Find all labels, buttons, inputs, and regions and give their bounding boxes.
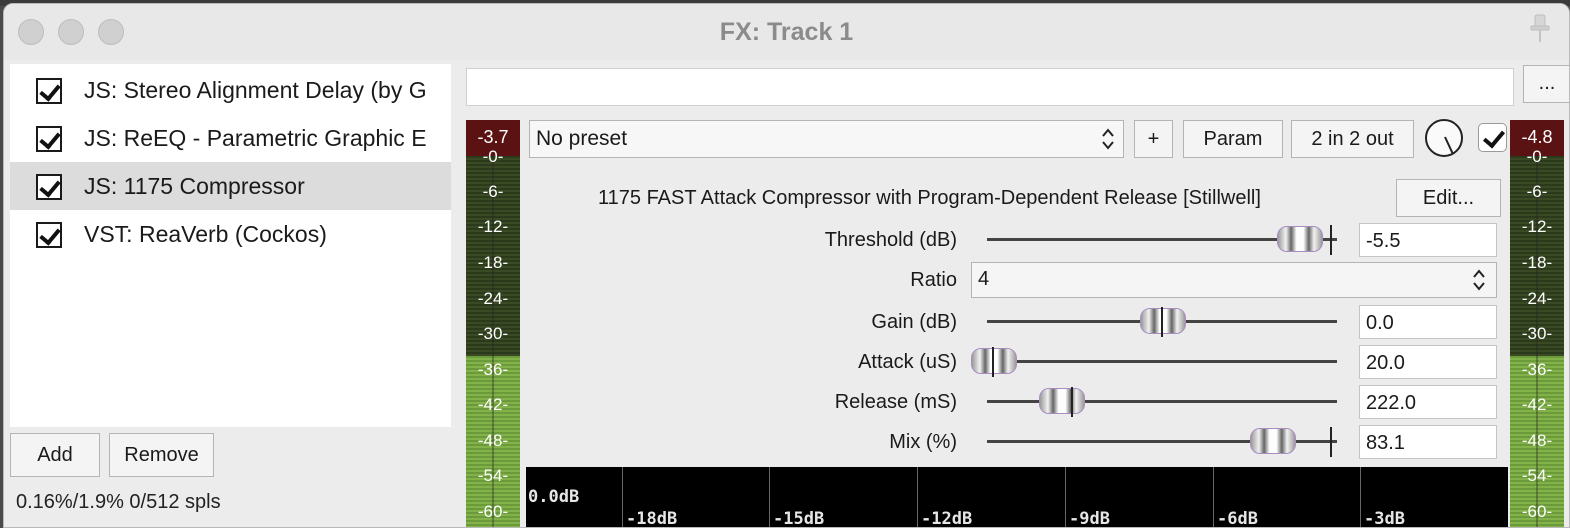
more-options-button[interactable]: ... [1523,65,1569,103]
window-title: FX: Track 1 [719,18,854,46]
gain-default-marker [1161,307,1163,337]
output-peak-value: -4.8 [1521,127,1553,147]
meter-tick: -6- [482,182,504,201]
fx-chain-item-1175-compressor[interactable]: JS: 1175 Compressor [10,162,451,210]
add-preset-button[interactable]: + [1134,120,1173,158]
pin-icon[interactable] [1523,12,1555,44]
meter-tick: -30- [477,324,509,343]
meter-tick: -18- [477,253,509,272]
meter-tick: -0- [1526,147,1548,166]
gr-meter-label: 0.0dB [528,487,580,507]
meter-tick: -12- [1521,217,1553,236]
param-button[interactable]: Param [1183,120,1283,158]
meter-tick: -54- [477,466,509,485]
preset-select[interactable]: No preset [529,120,1124,158]
attack-slider-handle[interactable] [971,348,1017,374]
gain-reduction-meter: 0.0dB -18dB -15dB -12dB -9dB -6dB -3dB [526,467,1508,528]
threshold-value-field[interactable]: -5.5 [1359,223,1497,257]
edit-plugin-button[interactable]: Edit... [1396,179,1501,217]
meter-tick: -12- [477,217,509,236]
fx-chain-item-label: JS: Stereo Alignment Delay (by G [84,77,427,103]
fx-chain-item-label: JS: ReEQ - Parametric Graphic E [84,125,427,151]
plugin-enable-checkbox[interactable] [1478,123,1507,152]
wet-knob[interactable] [1425,119,1463,157]
mix-value-field[interactable]: 83.1 [1359,425,1497,459]
attack-slider[interactable] [987,360,1337,363]
gr-meter-label: -12dB [921,509,973,528]
meter-tick: -36- [1521,360,1553,379]
gr-meter-label: -18dB [626,509,678,528]
meter-tick: -60- [1521,502,1553,521]
remove-fx-button[interactable]: Remove [109,433,214,477]
ratio-select-value: 4 [978,268,990,290]
mix-default-marker [1330,427,1332,457]
threshold-label: Threshold (dB) [824,229,957,251]
meter-tick: -48- [477,431,509,450]
gain-value-field[interactable]: 0.0 [1359,305,1497,339]
meter-tick: -6- [1526,182,1548,201]
meter-tick: -54- [1521,466,1553,485]
preset-select-value: No preset [536,127,628,150]
meter-tick: -42- [477,395,509,414]
fx-chain-item-label: JS: 1175 Compressor [84,173,305,199]
release-slider-handle[interactable] [1039,388,1085,414]
gr-meter-label: -15dB [773,509,825,528]
gain-slider-handle[interactable] [1140,308,1186,334]
mix-label: Mix (%) [889,431,957,453]
release-value-field[interactable]: 222.0 [1359,385,1497,419]
meter-tick: -36- [477,360,509,379]
release-default-marker [1071,387,1073,417]
attack-label: Attack (uS) [858,351,957,373]
fx-enable-checkbox[interactable] [36,78,62,104]
meter-tick: -18- [1521,253,1553,272]
meter-tick: -48- [1521,431,1553,450]
release-label: Release (mS) [834,391,957,413]
fx-search-input[interactable] [466,68,1514,106]
meter-tick: -42- [1521,395,1553,414]
threshold-default-marker [1330,225,1332,255]
cpu-status-text: 0.16%/1.9% 0/512 spls [16,491,221,513]
fx-chain-item-reaverb[interactable]: VST: ReaVerb (Cockos) [10,210,451,258]
input-peak-value: -3.7 [477,127,509,147]
meter-tick: -0- [482,147,504,166]
gr-meter-label: -3dB [1364,509,1405,528]
input-level-meter: -3.7 -0- -6- -12- -18- -24- -30- -36- -4… [466,120,520,527]
fx-window: FX: Track 1 JS: Stereo Alignment Delay (… [3,3,1570,528]
updown-chevron-icon [1473,269,1485,291]
mix-slider-handle[interactable] [1250,428,1296,454]
add-fx-button[interactable]: Add [10,433,100,477]
attack-default-marker [992,347,994,377]
ratio-label: Ratio [910,269,957,291]
fx-chain-list: JS: Stereo Alignment Delay (by G JS: ReE… [10,64,451,427]
plugin-title: 1175 FAST Attack Compressor with Program… [598,187,1261,209]
output-level-meter: -4.8 -0- -6- -12- -18- -24- -30- -36- -4… [1510,120,1564,527]
gr-meter-label: -9dB [1069,509,1110,528]
meter-tick: -24- [477,289,509,308]
io-routing-button[interactable]: 2 in 2 out [1291,120,1414,158]
fx-enable-checkbox[interactable] [36,174,62,200]
fx-chain-item-label: VST: ReaVerb (Cockos) [84,221,327,247]
gain-label: Gain (dB) [871,311,957,333]
meter-tick: -24- [1521,289,1553,308]
ratio-select[interactable]: 4 [971,262,1497,298]
fx-enable-checkbox[interactable] [36,222,62,248]
title-bar[interactable]: FX: Track 1 [4,4,1569,60]
threshold-slider-handle[interactable] [1277,226,1323,252]
attack-value-field[interactable]: 20.0 [1359,345,1497,379]
fx-chain-item-stereo-alignment-delay[interactable]: JS: Stereo Alignment Delay (by G [10,66,451,114]
meter-tick: -60- [477,502,509,521]
fx-chain-item-reeq[interactable]: JS: ReEQ - Parametric Graphic E [10,114,451,162]
updown-chevron-icon [1102,128,1114,150]
gr-meter-label: -6dB [1217,509,1258,528]
meter-tick: -30- [1521,324,1553,343]
fx-enable-checkbox[interactable] [36,126,62,152]
